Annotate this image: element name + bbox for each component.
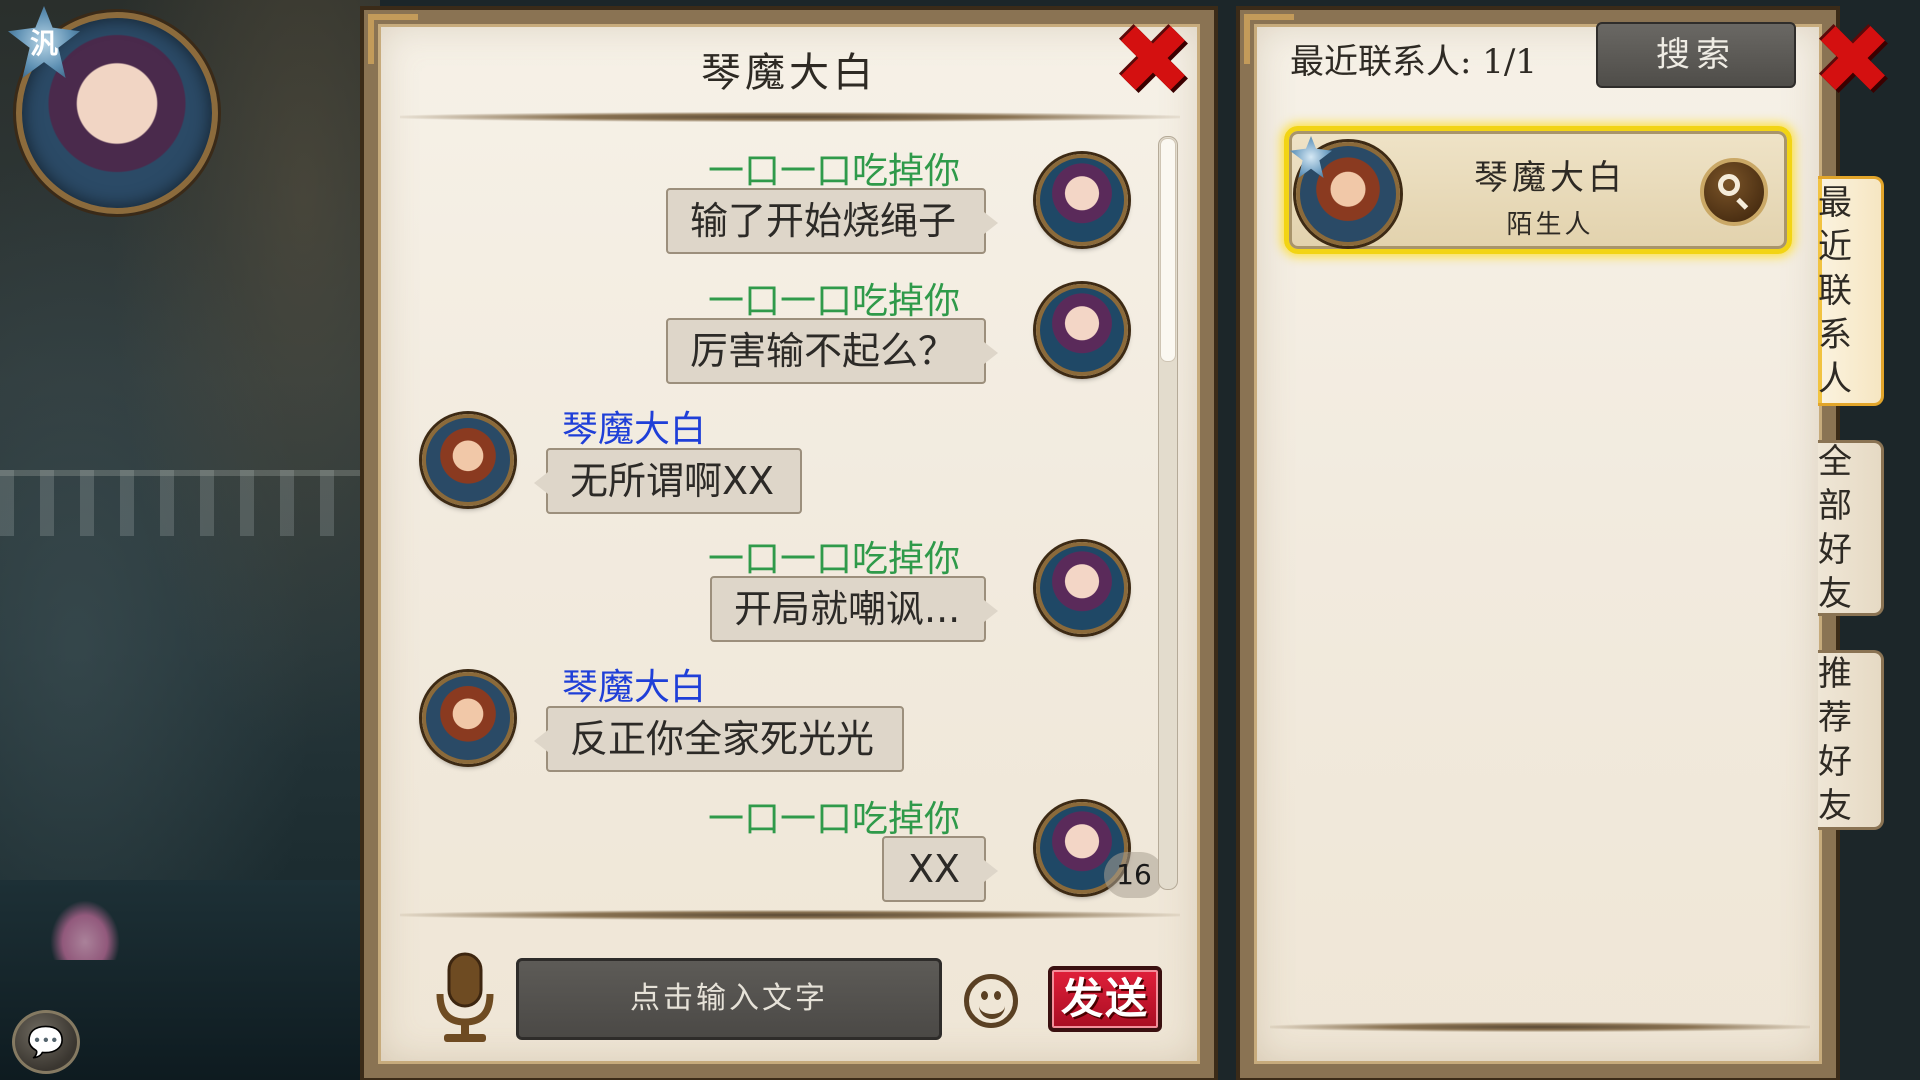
lotus-decoration [50,900,120,960]
chat-bubble-icon[interactable]: 💬 [12,1010,80,1074]
contact-relation: 陌生人 [1506,210,1594,240]
my-avatar[interactable] [1036,154,1128,246]
message-sender: 琴魔大白 [562,409,707,450]
message-bubble: 反正你全家死光光 [534,706,904,772]
message-bubble: 开局就嘲讽... [710,576,998,642]
close-icon[interactable]: ✖ [1808,12,1898,108]
message-sender: 一口一口吃掉你 [708,539,961,580]
chat-scrollbar-thumb[interactable] [1160,138,1176,362]
chat-header-divider [400,112,1180,122]
microphone-icon[interactable] [432,950,498,1046]
message-bubble: 输了开始烧绳子 [666,188,998,254]
message-sender: 一口一口吃掉你 [708,799,961,840]
background-railing [0,470,380,536]
tab-all-friends[interactable]: 全部好友 [1818,440,1884,616]
unread-count-badge: 16 [1104,852,1164,898]
search-button[interactable]: 搜索 [1596,22,1796,88]
magnifier-icon[interactable] [1700,158,1768,226]
contact-avatar[interactable] [422,414,514,506]
contact-name: 琴魔大白 [1474,158,1626,198]
message-bubble: 无所谓啊XX [534,448,802,514]
contact-avatar[interactable] [422,672,514,764]
message-sender: 琴魔大白 [562,667,707,708]
contact-footer-divider [1270,1022,1810,1032]
player-badge-text: 汎 [29,27,58,60]
chat-title: 琴魔大白 [701,50,877,96]
message-sender: 一口一口吃掉你 [708,151,961,192]
panel-corner-ornament [1244,14,1294,64]
tab-recommended-friends[interactable]: 推荐好友 [1818,650,1884,830]
emoji-mouth [979,1001,1005,1019]
send-button[interactable]: 发送 [1048,966,1162,1032]
close-icon[interactable]: ✖ [1108,12,1198,108]
emoji-icon[interactable] [964,974,1018,1028]
recent-contacts-count: 最近联系人: 1/1 [1290,42,1537,82]
message-bubble: 厉害输不起么？ [666,318,998,384]
chat-footer-divider [400,910,1180,920]
message-input[interactable]: 点击输入文字 [516,958,942,1040]
message-sender: 一口一口吃掉你 [708,281,961,322]
tab-recent-contacts[interactable]: 最近联系人 [1818,176,1884,406]
message-bubble: XX [882,836,998,902]
my-avatar[interactable] [1036,542,1128,634]
my-avatar[interactable] [1036,284,1128,376]
